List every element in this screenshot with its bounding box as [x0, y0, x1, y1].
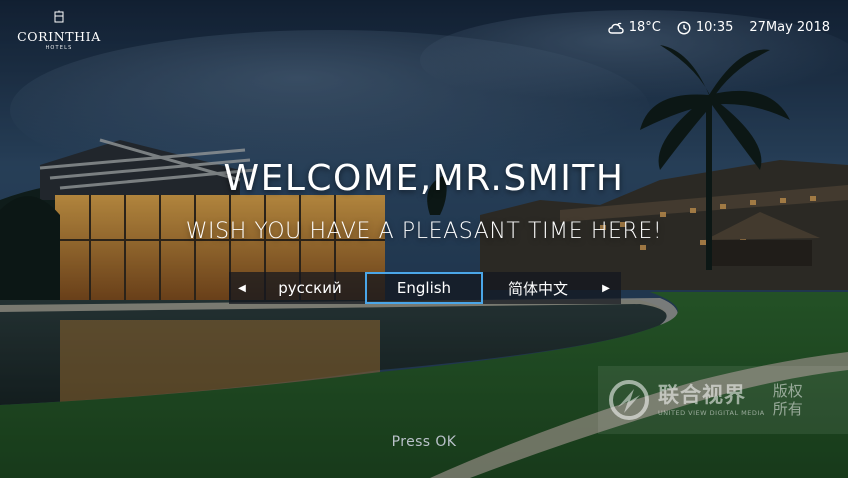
watermark-rights: 版权所有 [772, 382, 803, 418]
welcome-subtitle: WISH YOU HAVE A PLEASANT TIME HERE! [185, 219, 663, 244]
watermark-logo-icon [609, 380, 649, 420]
language-option-english[interactable]: English [365, 272, 483, 304]
watermark-en: UNITED VIEW DIGITAL MEDIA [658, 408, 765, 417]
status-bar: 18°C 10:35 27May 2018 [592, 20, 830, 35]
weather-widget: 18°C [608, 20, 661, 35]
temperature-text: 18°C [628, 20, 661, 35]
press-ok-hint: Press OK [391, 434, 457, 450]
welcome-screen: CORINTHIA HOTELS 18°C 10:35 27May 2018 W… [0, 0, 848, 478]
date-text: 27May 2018 [749, 20, 830, 35]
corinthia-logo: CORINTHIA HOTELS [14, 10, 104, 51]
brand-name: CORINTHIA [17, 29, 101, 44]
welcome-title: WELCOME,MR.SMITH [223, 158, 625, 199]
cloud-icon [608, 22, 624, 34]
watermark-cn: 联合视界 [658, 382, 746, 407]
language-option-russian[interactable]: русский [255, 272, 365, 304]
language-option-chinese[interactable]: 简体中文 [483, 272, 593, 304]
clock-widget: 10:35 [677, 20, 733, 35]
date-widget: 27May 2018 [749, 20, 830, 35]
brand-sub: HOTELS [45, 45, 73, 51]
arrow-left-icon[interactable]: ◀ [229, 272, 255, 304]
arrow-right-icon[interactable]: ▶ [593, 272, 619, 304]
time-text: 10:35 [695, 20, 734, 35]
clock-icon [677, 20, 691, 35]
crest-icon [54, 10, 64, 23]
watermark-text: 联合视界 UNITED VIEW DIGITAL MEDIA [658, 384, 765, 417]
watermark: 联合视界 UNITED VIEW DIGITAL MEDIA 版权所有 [598, 366, 848, 434]
language-selector: ◀ русский English 简体中文 ▶ [229, 272, 621, 304]
